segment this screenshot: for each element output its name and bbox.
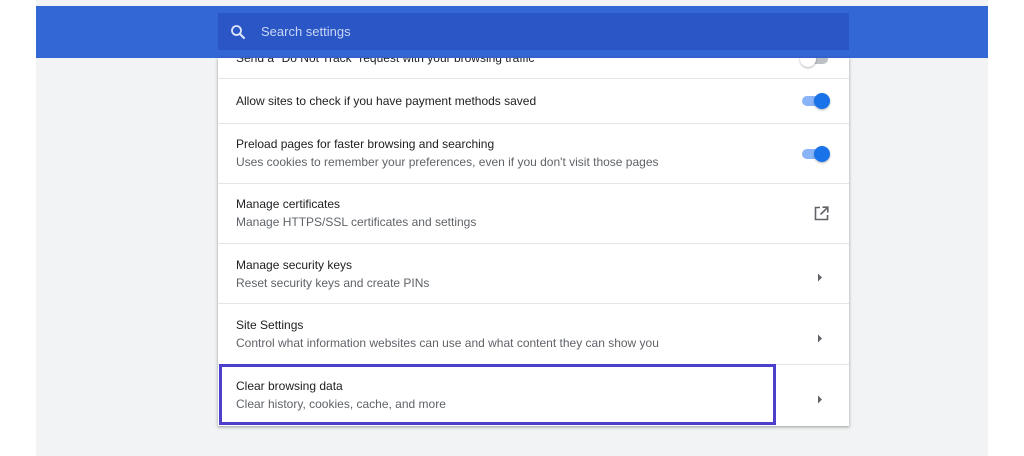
settings-row-site-settings[interactable]: Site Settings Control what information w… [218,303,849,364]
row-description: Manage HTTPS/SSL certificates and settin… [236,215,477,229]
search-icon [230,24,246,40]
external-link-icon[interactable] [814,206,829,226]
preload-pages-toggle[interactable] [800,146,830,162]
row-title: Manage certificates [236,197,341,211]
row-description: Clear history, cookies, cache, and more [236,397,446,411]
settings-row-payment-methods[interactable]: Allow sites to check if you have payment… [218,78,849,123]
row-title: Preload pages for faster browsing and se… [236,137,495,151]
row-title: Send a "Do Not Track" request with your … [236,58,535,65]
row-description: Uses cookies to remember your preference… [236,155,659,169]
row-title: Manage security keys [236,258,353,272]
row-description: Reset security keys and create PINs [236,276,430,290]
row-description: Control what information websites can us… [236,336,659,350]
settings-row-do-not-track[interactable]: Send a "Do Not Track" request with your … [218,58,849,78]
row-title: Allow sites to check if you have payment… [236,94,537,108]
settings-row-manage-certificates[interactable]: Manage certificates Manage HTTPS/SSL cer… [218,183,849,243]
settings-row-manage-security-keys[interactable]: Manage security keys Reset security keys… [218,243,849,303]
row-title: Clear browsing data [236,379,343,393]
settings-row-clear-browsing-data[interactable]: Clear browsing data Clear history, cooki… [218,364,849,426]
privacy-settings-card: Send a "Do Not Track" request with your … [218,58,849,426]
arrow-right-icon[interactable] [817,269,823,287]
arrow-right-icon[interactable] [817,330,823,348]
search-box[interactable]: Search settings [218,13,849,50]
search-input[interactable]: Search settings [261,24,351,39]
settings-row-preload-pages[interactable]: Preload pages for faster browsing and se… [218,123,849,183]
do-not-track-toggle[interactable] [800,58,830,67]
row-title: Site Settings [236,318,304,332]
payment-methods-toggle[interactable] [800,93,830,109]
arrow-right-icon[interactable] [817,391,823,409]
